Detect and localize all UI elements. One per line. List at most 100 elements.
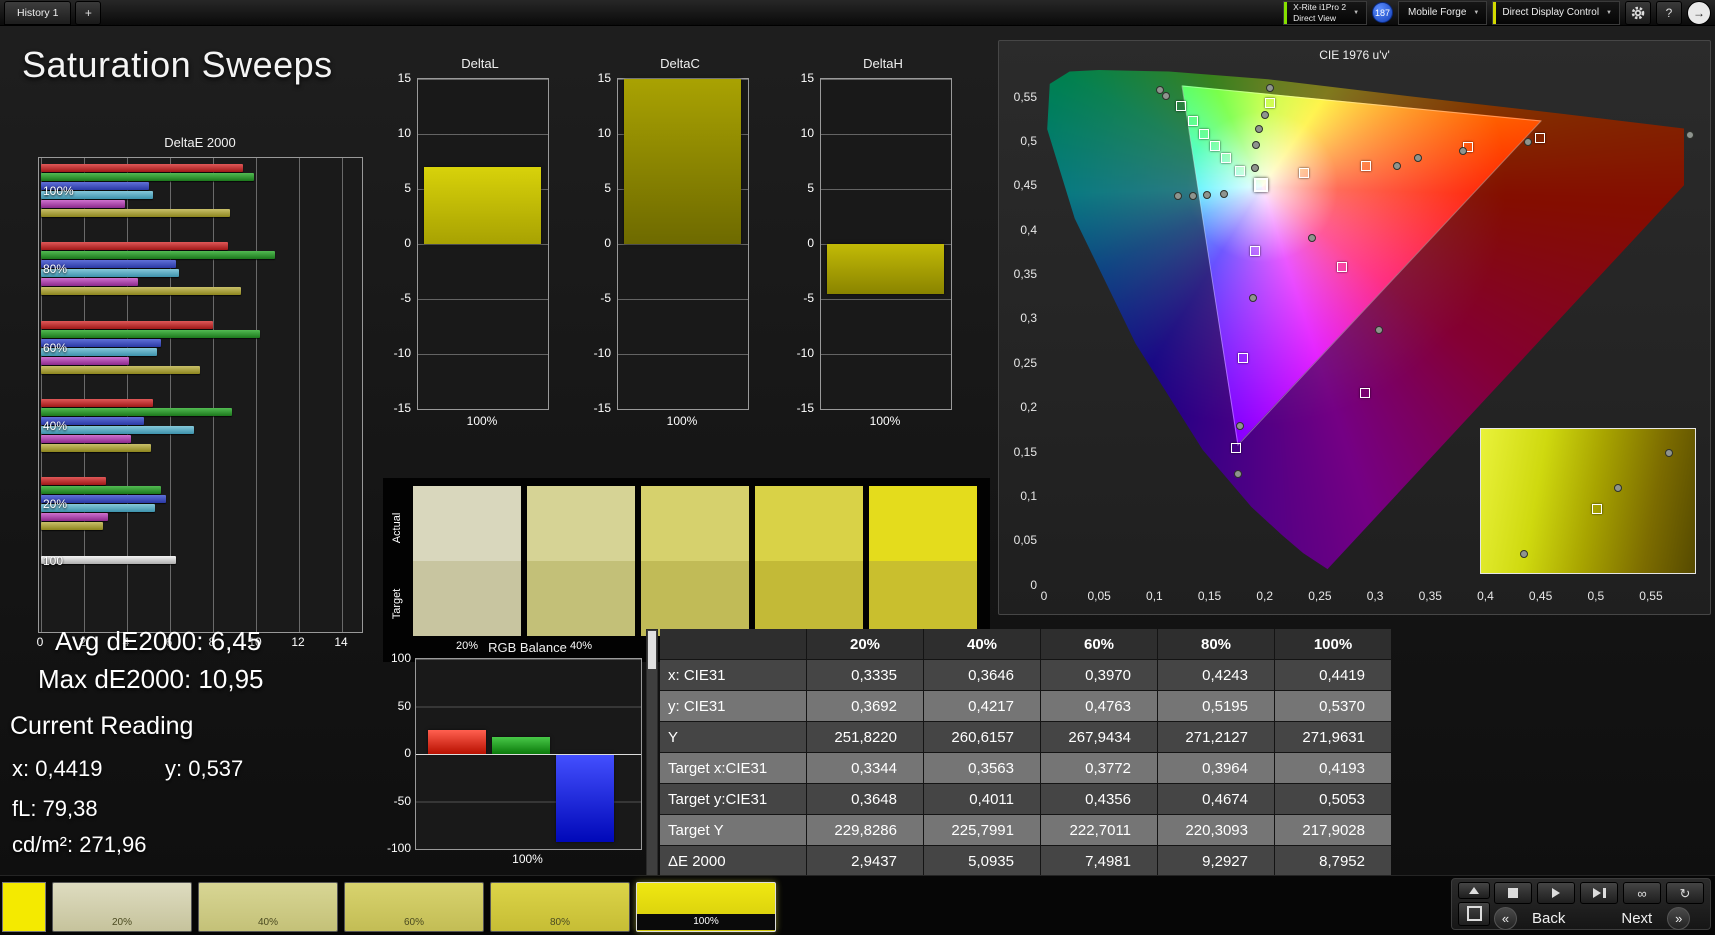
scroll-up-button[interactable] (1458, 882, 1490, 899)
chart-title: DeltaC (660, 56, 700, 71)
transport-controls: ∞ ↻ « Back Next » (1451, 878, 1711, 930)
history-tab[interactable]: History 1 (4, 0, 72, 25)
swatch-actual (641, 486, 749, 561)
axis-tick-label: 10 (397, 126, 411, 140)
deltae-bar (41, 287, 241, 296)
table-cell: 0,4763 (1041, 691, 1157, 721)
deltae-bar (41, 242, 229, 251)
axis-tick-label: -15 (393, 401, 411, 415)
deltae-bar (41, 200, 125, 208)
table-header-cell: 40% (924, 629, 1040, 659)
measured-point (1308, 233, 1317, 242)
advance-button[interactable]: → (1687, 0, 1711, 25)
deltae-bar (41, 173, 254, 181)
inset-measured-point (1613, 483, 1622, 492)
step-button[interactable] (1580, 882, 1618, 904)
deltac-y-axis: 15 10 5 0 -5 -10 -15 (585, 52, 611, 464)
patch-button-20%[interactable]: 20% (52, 882, 192, 932)
inset-target-point (1592, 503, 1603, 514)
rgb-bar-blue (556, 754, 614, 843)
deltae-bar (41, 278, 138, 287)
deltae-bar (41, 365, 201, 374)
axis-tick-label: 10 (597, 126, 611, 140)
deltal-bar (424, 167, 541, 244)
deltae-bar (41, 398, 153, 407)
back-button[interactable]: Back (1522, 910, 1575, 927)
refresh-button[interactable]: ↻ (1666, 882, 1704, 904)
inset-measured-point (1519, 549, 1528, 558)
axis-tick-label: 0,05 (1013, 533, 1037, 548)
current-target-point (1254, 178, 1269, 193)
loop-button[interactable]: ∞ (1623, 882, 1661, 904)
add-tab-button[interactable]: + (75, 0, 102, 25)
device-dropdown[interactable]: Direct Display Control ▼ (1492, 0, 1620, 25)
next-button[interactable]: Next (1611, 910, 1662, 927)
table-cell: 0,5053 (1275, 784, 1391, 814)
stop-icon (1508, 888, 1518, 898)
table-scrollbar[interactable] (646, 629, 658, 877)
workflow-dropdown-label: Mobile Forge (1408, 7, 1467, 18)
target-point (1299, 167, 1310, 178)
stop-button[interactable] (1494, 882, 1532, 904)
table-row-label: y: CIE31 (660, 691, 806, 721)
meter-dropdown[interactable]: X-Rite i1Pro 2 Direct View ▼ (1283, 0, 1368, 25)
next-arrow-button[interactable]: » (1667, 907, 1691, 930)
axis-tick-label: 0 (36, 635, 44, 649)
table-cell: 0,5370 (1275, 691, 1391, 721)
table-cell: 251,8220 (807, 722, 923, 752)
deltae-bar (41, 443, 151, 452)
table-scroll-thumb[interactable] (648, 631, 656, 669)
patch-button-40%[interactable]: 40% (198, 882, 338, 932)
table-cell: 0,4193 (1275, 753, 1391, 783)
pattern-window-button[interactable] (1458, 901, 1490, 926)
settings-button[interactable] (1625, 0, 1651, 25)
target-point (1199, 128, 1210, 139)
table-cell: 229,8286 (807, 815, 923, 845)
deltah-plot (820, 78, 952, 410)
deltae-chart: DeltaE 2000 100% 80% 60% 40% 20% 100 0 2 4 6 8 10 1… (35, 133, 365, 663)
target-point (1336, 261, 1347, 272)
up-arrow-icon (1469, 886, 1479, 894)
axis-label: 100% (869, 414, 901, 428)
target-point (1187, 116, 1198, 127)
measured-point (1685, 130, 1694, 139)
measured-point (1188, 191, 1197, 200)
target-point (1360, 387, 1371, 398)
patch-button-80%[interactable]: 80% (490, 882, 630, 932)
axis-tick-label: 0,25 (1013, 355, 1037, 370)
chart-title: DeltaH (863, 56, 903, 71)
axis-tick-label: 12 (291, 635, 305, 649)
workflow-dropdown[interactable]: Mobile Forge ▼ (1398, 0, 1488, 25)
page-title: Saturation Sweeps (22, 44, 333, 85)
axis-tick-label: 0,5 (1587, 589, 1605, 603)
table-header-cell: 20% (807, 629, 923, 659)
measured-point (1234, 469, 1243, 478)
next-arrow-icon: » (1675, 911, 1683, 926)
deltae-bar (41, 513, 108, 522)
axis-tick-label: 0,55 (1639, 589, 1663, 603)
table-cell: 271,9631 (1275, 722, 1391, 752)
axis-tick-label: 15 (800, 71, 814, 85)
table-cell: 0,4419 (1275, 660, 1391, 690)
axis-tick-label: 0,15 (1197, 589, 1222, 603)
deltal-y-axis: 15 10 5 0 -5 -10 -15 (385, 52, 411, 464)
axis-tick-label: -5 (803, 291, 814, 305)
table-cell: 0,5195 (1158, 691, 1274, 721)
chevron-down-icon: ▼ (1473, 9, 1480, 16)
patch-button-60%[interactable]: 60% (344, 882, 484, 932)
meter-name: X-Rite i1Pro 2 (1293, 2, 1347, 13)
table-cell: 0,4217 (924, 691, 1040, 721)
help-button[interactable]: ? (1656, 0, 1682, 25)
target-point (1221, 152, 1232, 163)
deltae-group-label: 60% (43, 340, 68, 355)
play-button[interactable] (1537, 882, 1575, 904)
zero-line (416, 754, 641, 755)
back-arrow-button[interactable]: « (1494, 907, 1517, 930)
table-cell: 225,7991 (924, 815, 1040, 845)
measured-point (1173, 191, 1182, 200)
swatch-actual (755, 486, 863, 561)
patch-button-100%[interactable]: 100% (636, 882, 776, 932)
rgb-plot (415, 658, 642, 850)
table-row-label: Target Y (660, 815, 806, 845)
table-header-cell (660, 629, 806, 659)
